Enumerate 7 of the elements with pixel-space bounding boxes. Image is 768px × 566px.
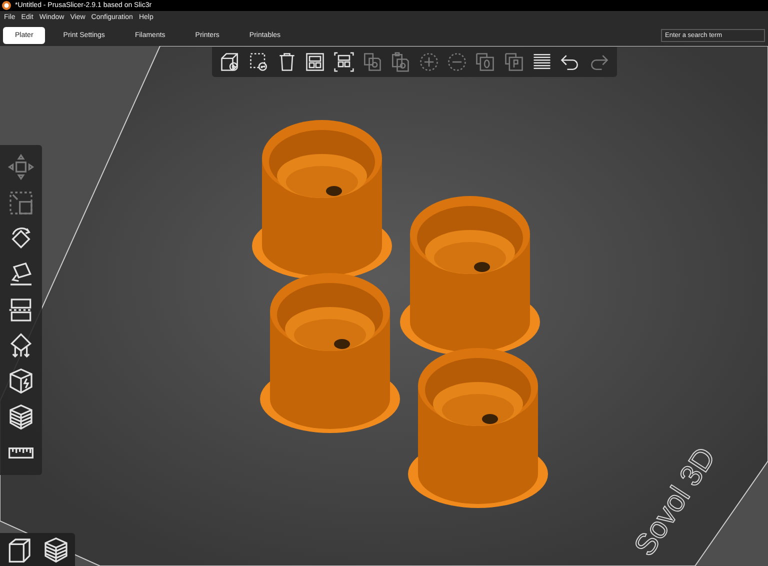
delete-icon[interactable] — [248, 51, 270, 73]
layered-cube-icon[interactable] — [7, 403, 35, 432]
app-logo-icon — [2, 1, 11, 10]
arrange-icon[interactable] — [304, 51, 326, 73]
seam-icon[interactable] — [7, 367, 35, 396]
layered-cube-icon[interactable] — [42, 536, 70, 564]
arrange-selection-icon[interactable] — [332, 51, 355, 73]
